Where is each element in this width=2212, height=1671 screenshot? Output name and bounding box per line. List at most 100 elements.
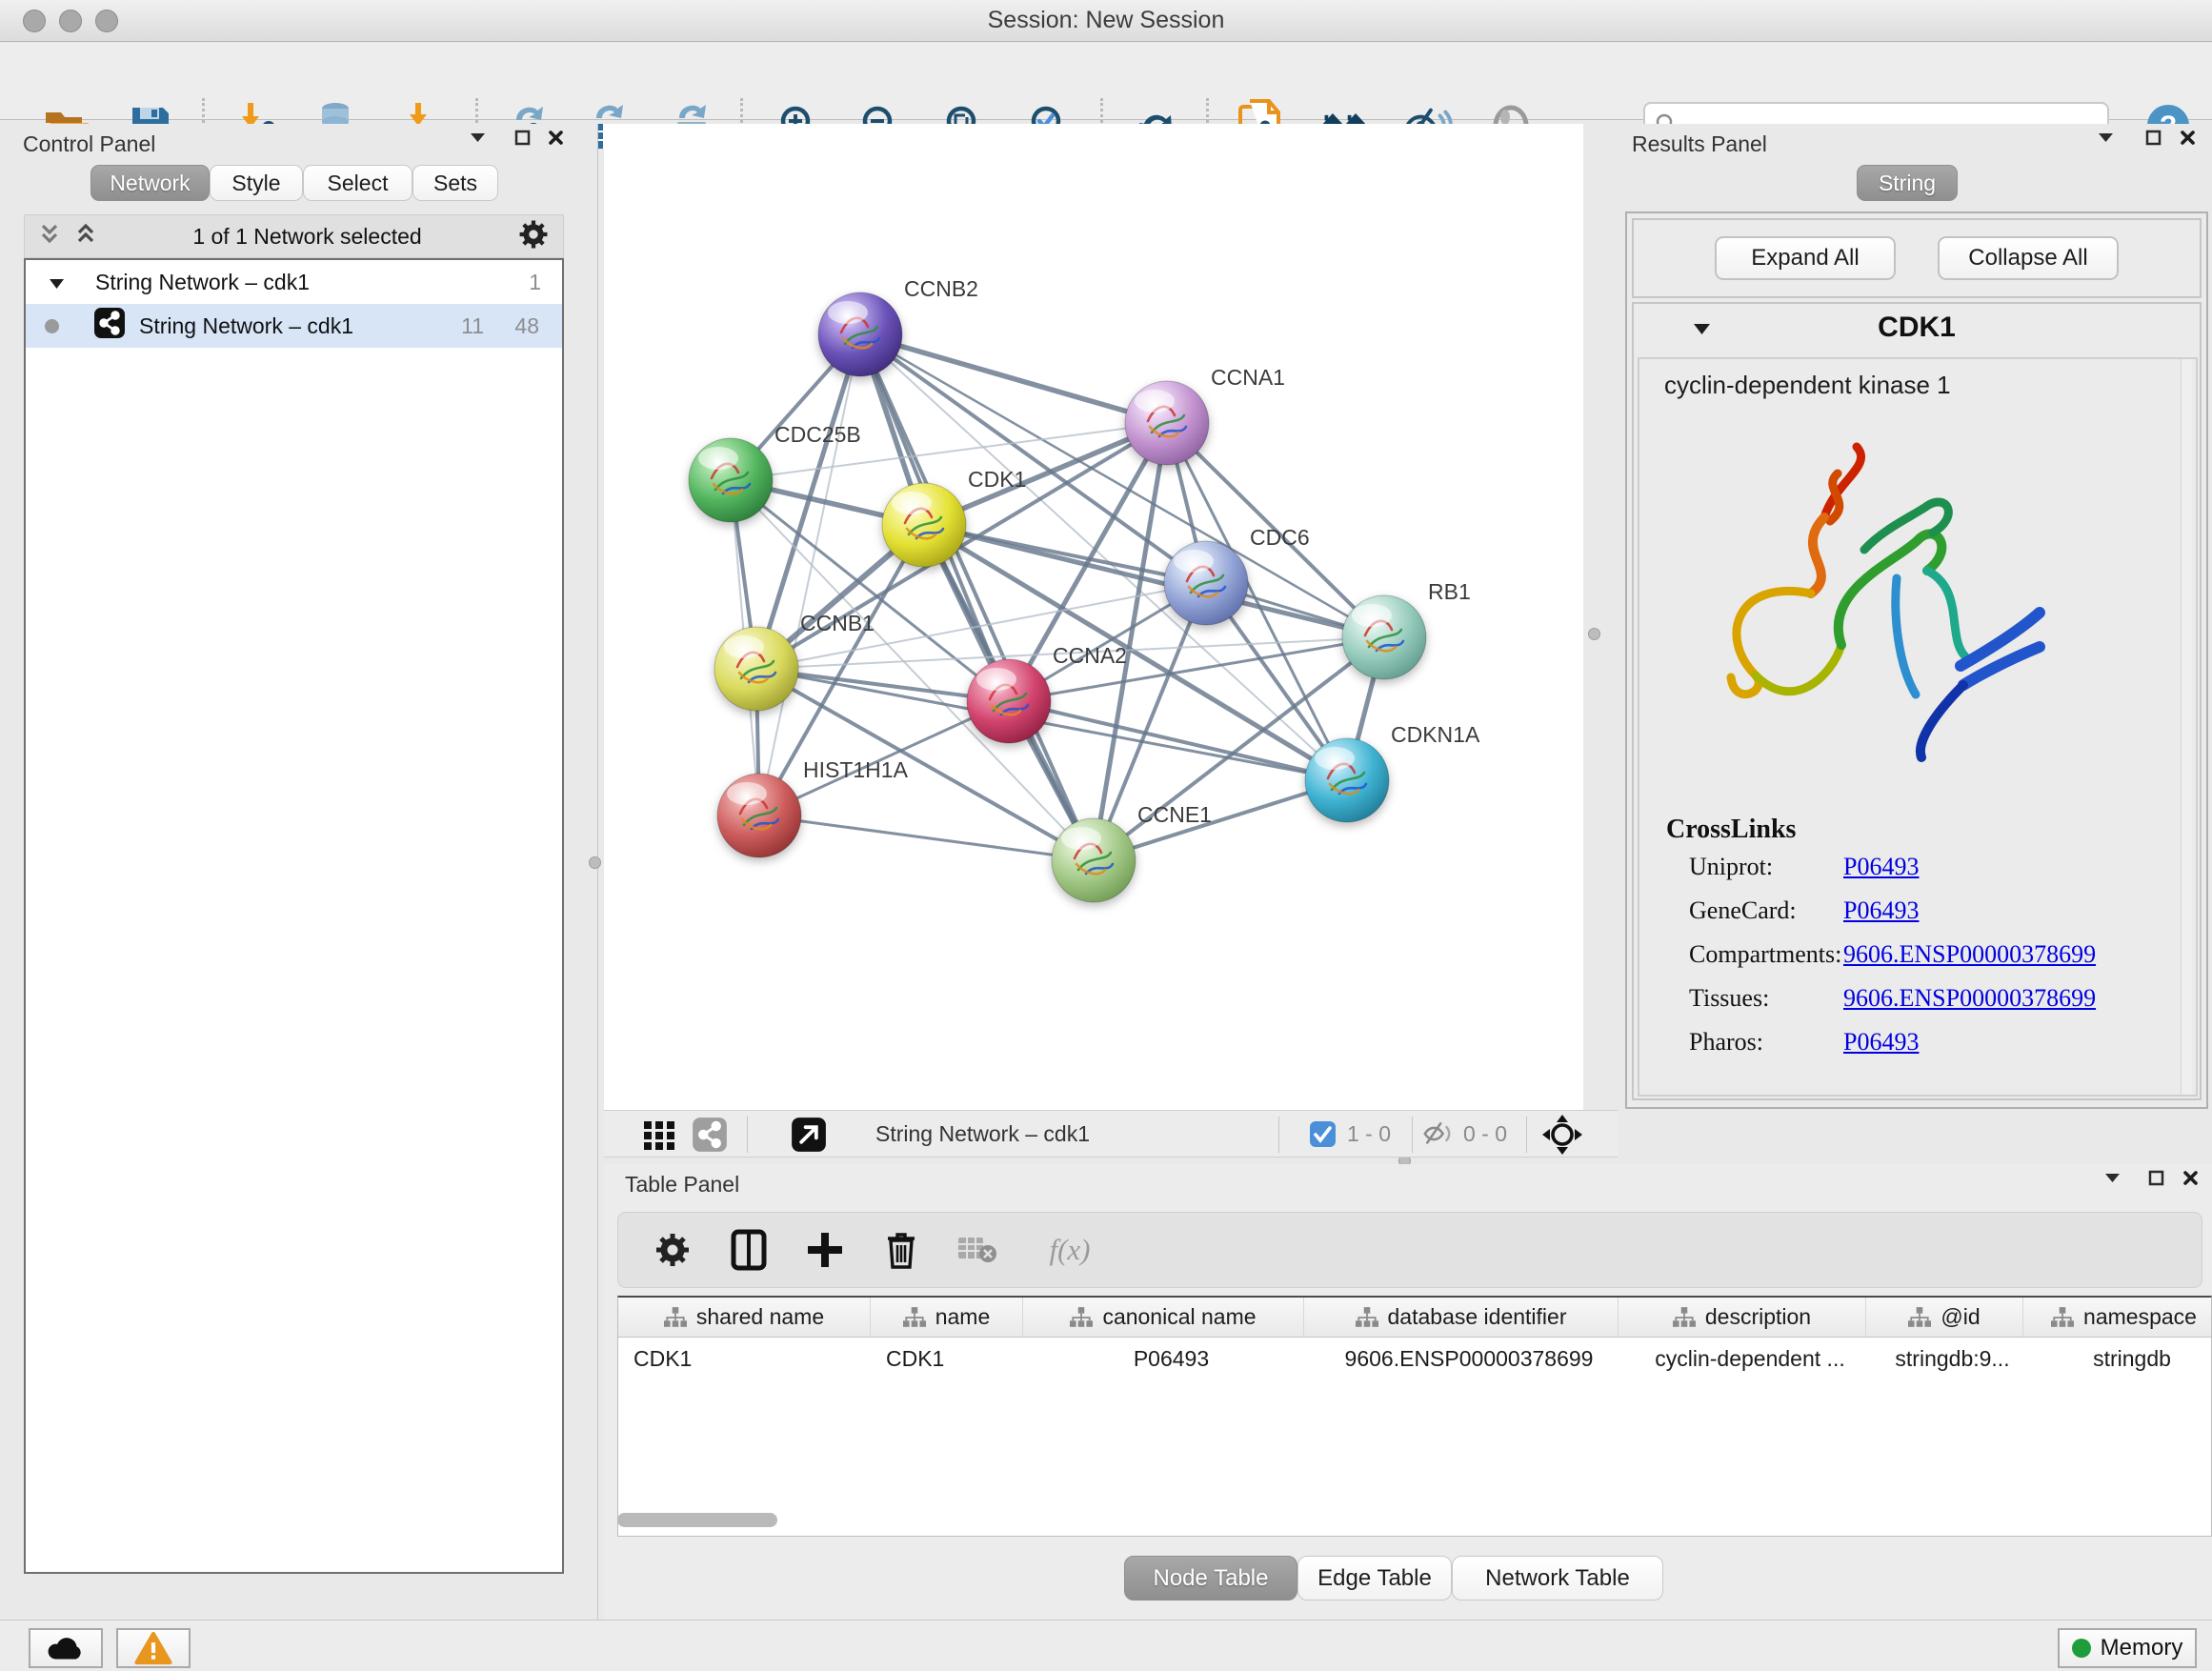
right-splitter-handle[interactable] bbox=[1588, 628, 1600, 640]
node-CDC25B[interactable] bbox=[689, 438, 773, 522]
grid-view-icon[interactable] bbox=[642, 1117, 676, 1157]
column-header-namespace[interactable]: namespace bbox=[2023, 1298, 2212, 1337]
column-header-shared-name[interactable]: shared name bbox=[618, 1298, 871, 1337]
hidden-eye-icon[interactable] bbox=[1421, 1119, 1454, 1153]
cell[interactable]: 9606.ENSP00000378699 bbox=[1304, 1338, 1619, 1379]
node-RB1[interactable] bbox=[1342, 595, 1426, 679]
crosslink-link[interactable]: P06493 bbox=[1843, 853, 1919, 881]
edge-HIST1H1A-CCNE1[interactable] bbox=[759, 815, 1094, 860]
edge-CCNB2-HIST1H1A[interactable] bbox=[759, 334, 860, 815]
collapse-all-chevrons-icon[interactable] bbox=[38, 222, 61, 252]
table-row[interactable]: CDK1CDK1P064939606.ENSP00000378699cyclin… bbox=[618, 1338, 2211, 1379]
node-CCNA2[interactable] bbox=[967, 659, 1051, 743]
tab-string-results[interactable]: String bbox=[1857, 165, 1958, 201]
cloud-button[interactable] bbox=[29, 1628, 103, 1668]
edge-CCNA2-CDKN1A[interactable] bbox=[1009, 701, 1347, 780]
network-options-gear-icon[interactable] bbox=[517, 218, 550, 255]
birds-eye-view-icon[interactable] bbox=[1541, 1114, 1583, 1160]
collection-label: String Network – cdk1 bbox=[95, 270, 310, 295]
column-header-name[interactable]: name bbox=[871, 1298, 1023, 1337]
control-panel-menu-icon[interactable] bbox=[463, 124, 492, 151]
tab-network[interactable]: Network bbox=[90, 165, 210, 201]
column-header--id[interactable]: @id bbox=[1866, 1298, 2023, 1337]
results-scrollbar[interactable] bbox=[2181, 359, 2192, 1095]
crosslink-row: Uniprot:P06493 bbox=[1689, 853, 2165, 896]
node-CCNB1[interactable] bbox=[714, 627, 798, 711]
expand-all-button[interactable]: Expand All bbox=[1715, 236, 1896, 280]
crosslink-row: Compartments:9606.ENSP00000378699 bbox=[1689, 940, 2165, 984]
cell[interactable]: stringdb bbox=[2023, 1338, 2212, 1379]
tab-edge-table[interactable]: Edge Table bbox=[1297, 1556, 1452, 1601]
node-CDKN1A[interactable] bbox=[1305, 738, 1389, 822]
crosslink-link[interactable]: P06493 bbox=[1843, 896, 1919, 925]
show-columns-icon[interactable] bbox=[727, 1228, 771, 1272]
cdk1-details: cyclin-dependent kinase 1 bbox=[1638, 357, 2198, 1097]
table-horizontal-scrollbar[interactable] bbox=[617, 1513, 777, 1527]
cell[interactable]: stringdb:9... bbox=[1866, 1338, 2023, 1379]
tab-select[interactable]: Select bbox=[303, 165, 412, 201]
selected-checkbox-icon[interactable] bbox=[1309, 1120, 1337, 1153]
detach-view-icon[interactable] bbox=[791, 1117, 827, 1158]
network-collection-row[interactable]: String Network – cdk1 1 bbox=[26, 260, 562, 304]
crosslink-link[interactable]: 9606.ENSP00000378699 bbox=[1843, 940, 2096, 969]
results-panel-close-icon[interactable] bbox=[2173, 124, 2202, 151]
crosslink-link[interactable]: P06493 bbox=[1843, 1028, 1919, 1057]
tab-node-table[interactable]: Node Table bbox=[1124, 1556, 1297, 1601]
table-panel: Table Panel f(x) shared namenamecanonica… bbox=[604, 1164, 2212, 1620]
node-CDC6[interactable] bbox=[1164, 541, 1248, 625]
table-panel-float-icon[interactable] bbox=[2142, 1164, 2170, 1191]
node-CCNA1[interactable] bbox=[1125, 381, 1209, 465]
cloud-icon bbox=[45, 1634, 87, 1662]
node-CCNB2[interactable] bbox=[818, 292, 902, 376]
results-panel-float-icon[interactable] bbox=[2139, 124, 2167, 151]
control-panel-close-icon[interactable] bbox=[541, 124, 570, 151]
column-header-database-identifier[interactable]: database identifier bbox=[1304, 1298, 1619, 1337]
cdk1-section: CDK1 cyclin-dependent kinase 1 bbox=[1632, 302, 2202, 1100]
cell[interactable]: CDK1 bbox=[871, 1338, 1023, 1379]
table-gear-icon[interactable] bbox=[651, 1228, 694, 1272]
hidden-counts: 0 - 0 bbox=[1463, 1121, 1507, 1147]
collapse-all-button[interactable]: Collapse All bbox=[1938, 236, 2119, 280]
table-panel-menu-icon[interactable] bbox=[2098, 1164, 2126, 1191]
delete-column-icon[interactable] bbox=[879, 1228, 923, 1272]
cell[interactable]: P06493 bbox=[1023, 1338, 1304, 1379]
collapse-triangle-icon[interactable] bbox=[49, 270, 65, 295]
network-canvas[interactable]: CCNB2CCNA1CDC25BCDK1CDC6RB1CCNB1CCNA2CDK… bbox=[604, 124, 1583, 1110]
string-results-box: Expand All Collapse All CDK1 cyclin-depe… bbox=[1625, 211, 2208, 1109]
expand-all-chevrons-icon[interactable] bbox=[74, 222, 97, 252]
edge-CDK1-RB1[interactable] bbox=[924, 525, 1384, 637]
column-header-canonical-name[interactable]: canonical name bbox=[1023, 1298, 1304, 1337]
delete-table-icon[interactable] bbox=[955, 1228, 999, 1272]
collection-count: 1 bbox=[529, 270, 541, 295]
memory-button[interactable]: Memory bbox=[2058, 1628, 2197, 1668]
window-title: Session: New Session bbox=[0, 7, 2212, 34]
function-builder-icon[interactable]: f(x) bbox=[1032, 1228, 1108, 1272]
results-panel-menu-icon[interactable] bbox=[2091, 124, 2120, 151]
node-HIST1H1A[interactable] bbox=[717, 774, 801, 857]
node-CCNE1[interactable] bbox=[1052, 818, 1136, 902]
crosslink-link[interactable]: 9606.ENSP00000378699 bbox=[1843, 984, 2096, 1013]
tab-sets[interactable]: Sets bbox=[412, 165, 498, 201]
column-header-description[interactable]: description bbox=[1619, 1298, 1866, 1337]
left-splitter-handle[interactable] bbox=[589, 856, 601, 869]
network-row-selected[interactable]: String Network – cdk1 11 48 bbox=[26, 304, 562, 348]
control-panel-float-icon[interactable] bbox=[508, 124, 536, 151]
tab-network-table[interactable]: Network Table bbox=[1452, 1556, 1663, 1601]
crosslink-row: Tissues:9606.ENSP00000378699 bbox=[1689, 984, 2165, 1028]
table-panel-close-icon[interactable] bbox=[2176, 1164, 2204, 1191]
crosslink-label: Pharos: bbox=[1689, 1028, 1843, 1057]
string-network-icon bbox=[93, 307, 126, 345]
node-label-CDC25B: CDC25B bbox=[774, 422, 861, 447]
network-share-icon[interactable] bbox=[692, 1117, 728, 1158]
crosslink-label: Uniprot: bbox=[1689, 853, 1843, 881]
warning-button[interactable] bbox=[116, 1628, 191, 1668]
add-column-icon[interactable] bbox=[803, 1228, 847, 1272]
tab-style[interactable]: Style bbox=[210, 165, 303, 201]
node-CDK1[interactable] bbox=[882, 483, 966, 567]
cell[interactable]: cyclin-dependent ... bbox=[1619, 1338, 1866, 1379]
protein-structure-image bbox=[1678, 426, 2068, 797]
network-list-toolbar: 1 of 1 Network selected bbox=[24, 214, 564, 258]
node-label-HIST1H1A: HIST1H1A bbox=[803, 757, 909, 782]
cell[interactable]: CDK1 bbox=[618, 1338, 871, 1379]
edge-CCNB2-CCNA1[interactable] bbox=[860, 334, 1167, 423]
